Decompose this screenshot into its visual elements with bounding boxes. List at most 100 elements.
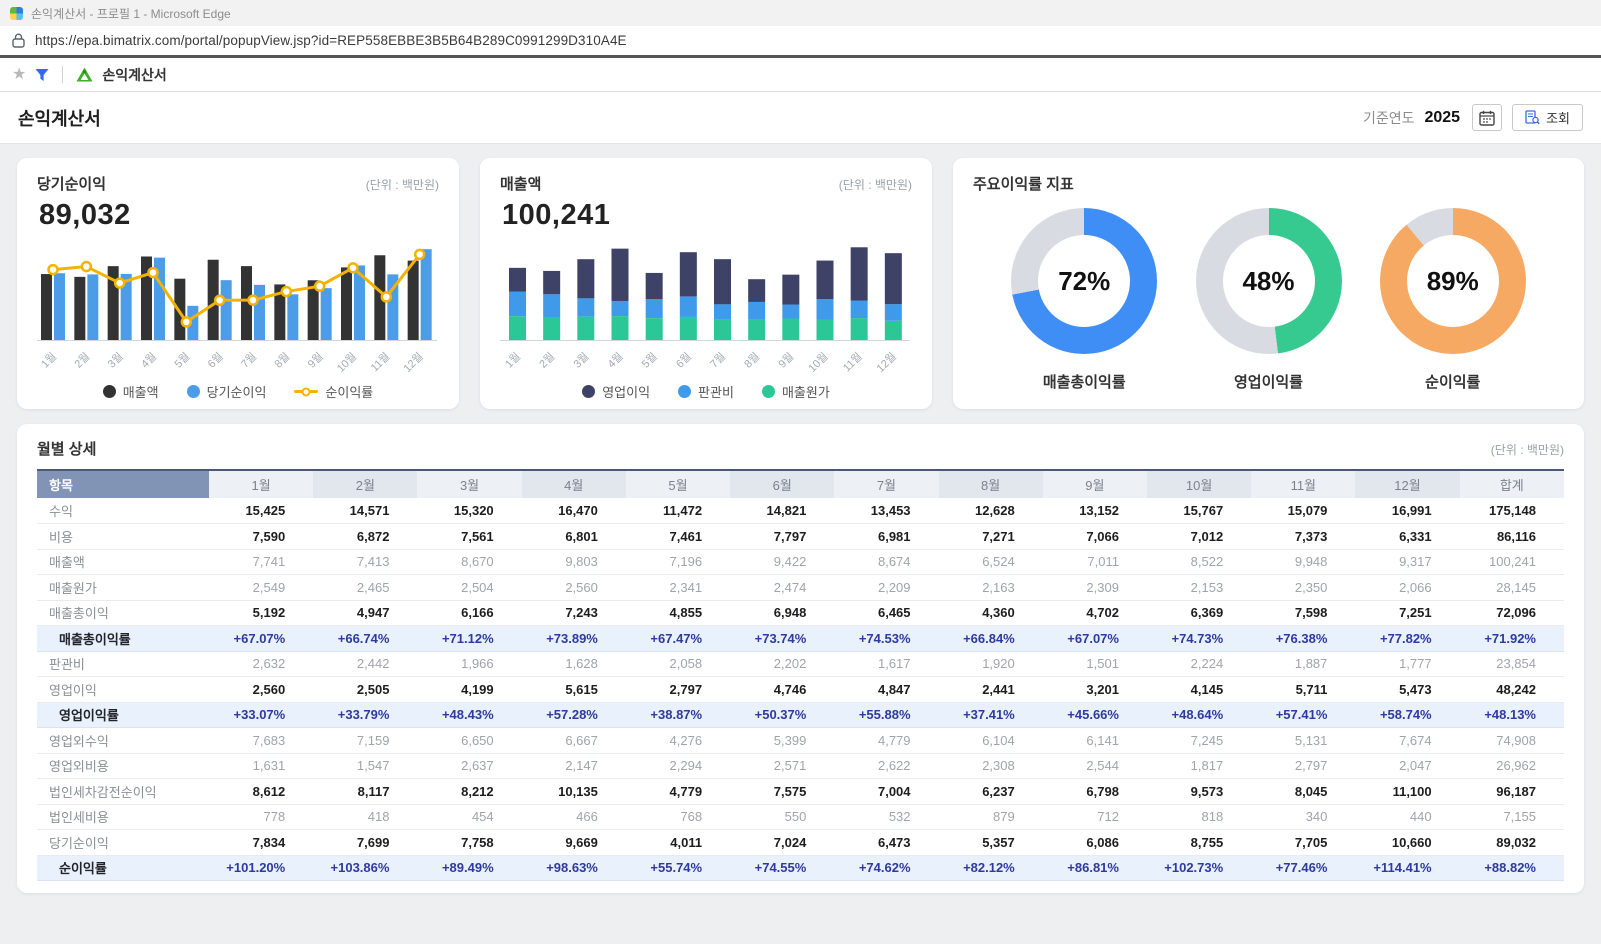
table-row: 영업외비용1,6311,5472,6372,1472,2942,5712,622… [37, 753, 1564, 779]
row-label: 매출총이익 [37, 600, 209, 626]
table-row: 법인세차감전순이익8,6128,1178,21210,1354,7797,575… [37, 779, 1564, 805]
table-cell: 7,011 [1043, 549, 1147, 575]
bar-revenue [341, 267, 352, 340]
revenue-card: 매출액 (단위 : 백만원) 100,241 1월2월3월4월5월6월7월8월9… [480, 158, 932, 409]
table-cell: 6,667 [522, 728, 626, 754]
search-button[interactable]: 조회 [1512, 104, 1583, 131]
table-cell: 9,803 [522, 549, 626, 575]
table-cell: +77.82% [1355, 626, 1459, 652]
chart-legend: 매출액당기순이익순이익률 [37, 382, 439, 401]
table-cell: +77.46% [1251, 855, 1355, 881]
table-cell: 7,741 [209, 549, 313, 575]
table-cell: 10,660 [1355, 830, 1459, 856]
table-cell: 6,948 [730, 600, 834, 626]
line-marker [82, 262, 91, 271]
stack-segment [748, 302, 765, 320]
table-cell: 2,294 [626, 753, 730, 779]
legend-label: 당기순이익 [207, 382, 267, 401]
table-cell: +38.87% [626, 702, 730, 728]
table-cell: 6,798 [1043, 779, 1147, 805]
table-cell: +98.63% [522, 855, 626, 881]
table-cell: +67.47% [626, 626, 730, 652]
x-axis-label: 4월 [605, 350, 626, 371]
stack-segment [851, 318, 868, 340]
table-cell: 8,117 [313, 779, 417, 805]
row-label: 법인세차감전순이익 [37, 779, 209, 805]
table-cell: 1,887 [1251, 651, 1355, 677]
stack-segment [782, 304, 799, 318]
unit-label: (단위 : 백만원) [839, 176, 912, 193]
report-tab-label[interactable]: 손익계산서 [102, 65, 166, 85]
site-favicon-icon [10, 7, 23, 20]
row-label: 판관비 [37, 651, 209, 677]
table-title: 월별 상세 [37, 438, 96, 459]
x-axis-label: 9월 [776, 350, 797, 371]
table-cell: 2,797 [626, 677, 730, 703]
stack-segment [612, 316, 629, 340]
table-cell: +48.13% [1460, 702, 1564, 728]
legend-item-bar: 당기순이익 [187, 382, 267, 401]
table-cell: +102.73% [1147, 855, 1251, 881]
stack-segment [543, 317, 560, 340]
table-cell: 2,560 [522, 575, 626, 601]
table-cell: 9,573 [1147, 779, 1251, 805]
favorite-star-icon[interactable]: ★ [12, 67, 26, 83]
legend-label: 순이익률 [325, 382, 373, 401]
table-cell: 2,465 [313, 575, 417, 601]
table-cell: 4,947 [313, 600, 417, 626]
table-cell: 7,271 [939, 524, 1043, 550]
table-cell: 8,612 [209, 779, 313, 805]
line-marker [149, 268, 158, 277]
table-cell: 2,202 [730, 651, 834, 677]
table-cell: 5,711 [1251, 677, 1355, 703]
row-label: 당기순이익 [37, 830, 209, 856]
donut-item: 72%매출총이익률 [1011, 208, 1157, 392]
table-cell: 2,153 [1147, 575, 1251, 601]
stack-segment [748, 320, 765, 340]
stack-segment [851, 301, 868, 319]
table-cell: 15,320 [417, 498, 521, 524]
table-cell: 7,196 [626, 549, 730, 575]
x-axis-label: 11월 [368, 350, 392, 374]
ring-icon [302, 387, 311, 396]
x-axis-label: 10월 [806, 350, 831, 375]
stack-segment [577, 317, 594, 340]
table-cell: 7,004 [834, 779, 938, 805]
stack-segment [612, 301, 629, 316]
row-label: 수익 [37, 498, 209, 524]
filter-funnel-icon[interactable] [35, 68, 49, 82]
table-cell: 466 [522, 804, 626, 830]
address-bar[interactable]: https://epa.bimatrix.com/portal/popupVie… [0, 26, 1601, 58]
base-year-value[interactable]: 2025 [1424, 109, 1460, 127]
column-header: 11월 [1251, 470, 1355, 498]
table-cell: +74.62% [834, 855, 938, 881]
donut-label: 순이익률 [1425, 371, 1480, 392]
table-cell: +48.43% [417, 702, 521, 728]
x-axis-label: 3월 [105, 350, 126, 371]
row-label: 영업이익률 [37, 702, 209, 728]
table-cell: 2,797 [1251, 753, 1355, 779]
column-header: 9월 [1043, 470, 1147, 498]
monthly-detail-table: 항목1월2월3월4월5월6월7월8월9월10월11월12월합계수익15,4251… [37, 469, 1564, 881]
document-search-icon [1525, 110, 1540, 125]
stack-segment [851, 247, 868, 300]
url-text[interactable]: https://epa.bimatrix.com/portal/popupVie… [35, 33, 627, 48]
table-cell: 2,224 [1147, 651, 1251, 677]
bar-net-income [321, 288, 332, 340]
table-cell: +76.38% [1251, 626, 1355, 652]
table-cell: 175,148 [1460, 498, 1564, 524]
stack-segment [612, 249, 629, 301]
legend-label: 영업이익 [602, 382, 650, 401]
legend-item: 매출원가 [762, 382, 830, 401]
table-cell: +37.41% [939, 702, 1043, 728]
donut-percentage: 72% [1011, 208, 1157, 354]
legend-item-line: 순이익률 [294, 382, 373, 401]
calendar-button[interactable] [1472, 104, 1502, 131]
table-cell: 6,166 [417, 600, 521, 626]
card-title: 매출액 [500, 173, 541, 194]
table-cell: +103.86% [313, 855, 417, 881]
column-header: 8월 [939, 470, 1043, 498]
stack-segment [646, 273, 663, 299]
table-cell: 7,758 [417, 830, 521, 856]
table-cell: 7,373 [1251, 524, 1355, 550]
